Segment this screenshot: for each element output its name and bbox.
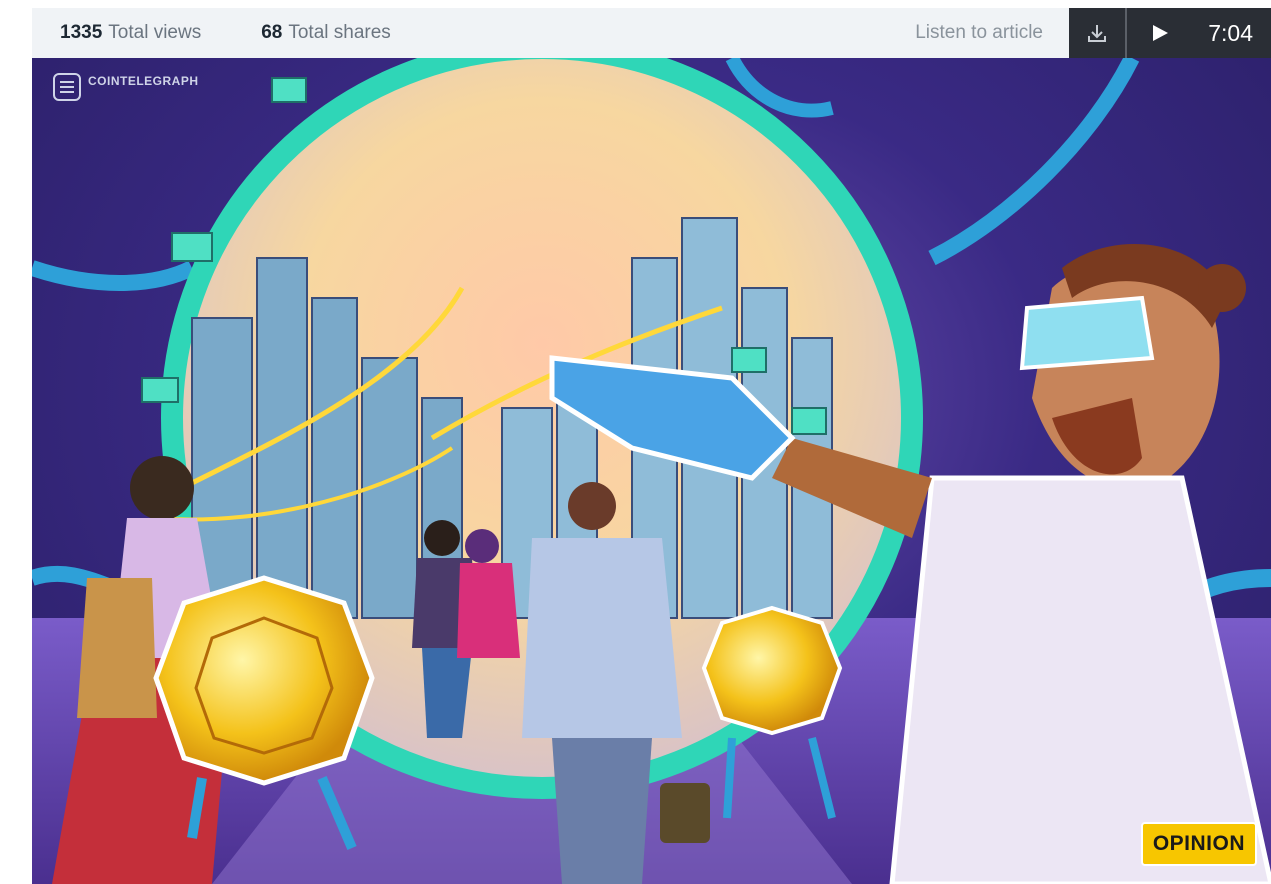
play-icon (1153, 25, 1168, 41)
brand-name: COINTELEGRAPH (88, 74, 199, 88)
views-count: 1335 (60, 22, 103, 43)
play-button[interactable] (1137, 8, 1183, 58)
download-audio-button[interactable] (1069, 8, 1127, 58)
total-shares: 68 Total shares (261, 22, 391, 44)
article-header: 1335 Total views 68 Total shares Listen … (0, 0, 1271, 884)
hero-image: COINTELEGRAPH OPINION (32, 58, 1271, 884)
audio-duration: 7:04 (1208, 19, 1253, 46)
listen-to-article-label: Listen to article (915, 22, 1043, 43)
audio-player: 7:04 (1069, 8, 1271, 58)
cointelegraph-logo: COINTELEGRAPH (54, 74, 199, 88)
total-views: 1335 Total views (60, 22, 201, 44)
views-label: Total views (108, 22, 202, 43)
shares-count: 68 (261, 22, 283, 43)
article-stats-bar: 1335 Total views 68 Total shares Listen … (32, 8, 1271, 58)
opinion-badge: OPINION (1140, 822, 1257, 866)
download-icon (1088, 25, 1106, 42)
hero-illustration (32, 58, 1271, 884)
shares-label: Total shares (288, 22, 391, 43)
